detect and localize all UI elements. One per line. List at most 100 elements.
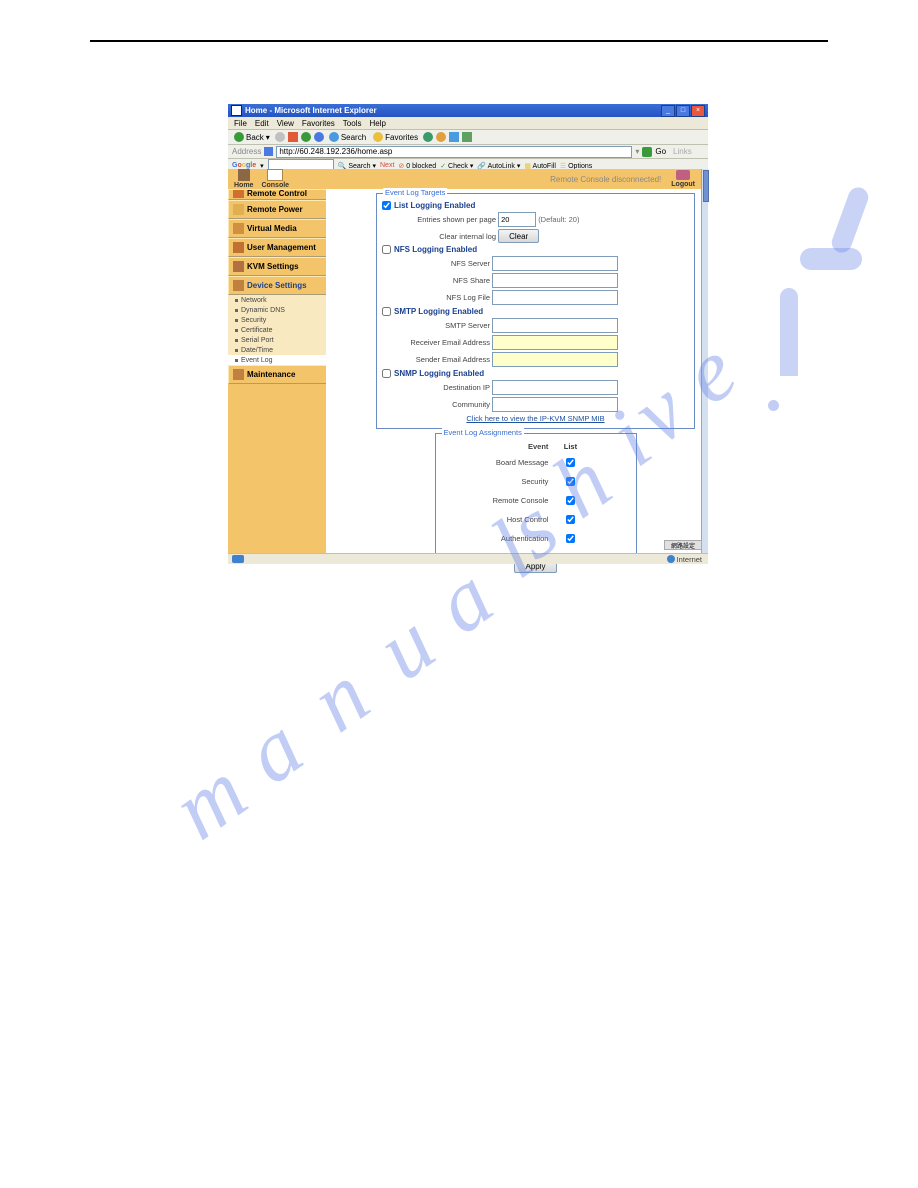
sidebar-item-device-settings[interactable]: Device Settings [228, 276, 326, 295]
device-icon [233, 280, 244, 291]
snmp-logging-checkbox[interactable] [382, 369, 391, 378]
google-next[interactable]: Next [380, 162, 394, 169]
address-input[interactable] [276, 146, 632, 158]
page-icon [264, 147, 273, 156]
menubar: File Edit View Favorites Tools Help [228, 117, 708, 130]
scrollbar-thumb[interactable] [703, 170, 709, 202]
star-icon [373, 132, 383, 142]
sidebar-item-virtual-media[interactable]: Virtual Media [228, 219, 326, 238]
search-icon [329, 132, 339, 142]
maintenance-icon [233, 369, 244, 380]
dest-ip-input[interactable] [492, 380, 618, 395]
entries-label: Entries shown per page [406, 215, 496, 224]
home-icon[interactable] [314, 132, 324, 142]
authentication-checkbox[interactable] [566, 534, 575, 543]
clear-label: Clear internal log [406, 232, 496, 241]
watermark: m [155, 741, 265, 860]
users-icon [233, 242, 244, 253]
titlebar: Home - Microsoft Internet Explorer _ □ × [228, 104, 708, 117]
media-icon [233, 223, 244, 234]
watermark: n [293, 645, 387, 753]
header-logout[interactable]: Logout [671, 170, 695, 188]
community-label: Community [382, 400, 490, 409]
logout-icon [676, 170, 690, 180]
header-console[interactable]: Console [261, 169, 289, 189]
sidebar-sub-network[interactable]: Network [228, 295, 326, 305]
send-email-input[interactable] [492, 352, 618, 367]
globe-icon [667, 555, 675, 563]
maximize-button[interactable]: □ [676, 105, 690, 117]
smtp-logging-checkbox[interactable] [382, 307, 391, 316]
nfs-server-input[interactable] [492, 256, 618, 271]
menu-edit[interactable]: Edit [255, 119, 269, 128]
back-button[interactable]: Back ▾ [232, 132, 272, 142]
menu-file[interactable]: File [234, 119, 247, 128]
statusbar: Internet [228, 553, 708, 564]
sidebar-sub-eventlog[interactable]: Event Log [228, 355, 326, 365]
dest-ip-label: Destination IP [382, 383, 490, 392]
sidebar-sub-serial[interactable]: Serial Port [228, 335, 326, 345]
assignments-legend: Event Log Assignments [442, 428, 524, 437]
smtp-server-label: SMTP Server [382, 321, 490, 330]
forward-icon[interactable] [275, 132, 285, 142]
menu-help[interactable]: Help [369, 119, 385, 128]
links-label[interactable]: Links [673, 147, 692, 156]
sidebar-sub-security[interactable]: Security [228, 315, 326, 325]
statusbar-text: Internet [677, 555, 702, 564]
home-app-icon [238, 169, 250, 181]
sidebar-sub-datetime[interactable]: Date/Time [228, 345, 326, 355]
minimize-button[interactable]: _ [661, 105, 675, 117]
recv-email-input[interactable] [492, 335, 618, 350]
nfs-file-input[interactable] [492, 290, 618, 305]
console-icon [267, 169, 283, 181]
menu-view[interactable]: View [277, 119, 294, 128]
watermark-dot [768, 400, 779, 411]
stop-icon[interactable] [288, 132, 298, 142]
nfs-logging-checkbox[interactable] [382, 245, 391, 254]
clear-button[interactable]: Clear [498, 229, 539, 243]
kvm-icon [233, 261, 244, 272]
content-area: Home Console Remote Console disconnected… [228, 169, 708, 554]
nfs-share-input[interactable] [492, 273, 618, 288]
sidebar-sublist: Network Dynamic DNS Security Certificate… [228, 295, 326, 365]
menu-tools[interactable]: Tools [343, 119, 362, 128]
sidebar-sub-cert[interactable]: Certificate [228, 325, 326, 335]
print-icon[interactable] [449, 132, 459, 142]
host-control-checkbox[interactable] [566, 515, 575, 524]
app-header: Home Console Remote Console disconnected… [228, 169, 701, 189]
edit-icon[interactable] [462, 132, 472, 142]
list-logging-checkbox[interactable] [382, 201, 391, 210]
smtp-logging-label: SMTP Logging Enabled [394, 307, 483, 316]
sidebar-item-user-mgmt[interactable]: User Management [228, 238, 326, 257]
go-icon[interactable] [642, 147, 652, 157]
go-label[interactable]: Go [655, 147, 666, 156]
sidebar-item-remote-power[interactable]: Remote Power [228, 200, 326, 219]
floater-box: 網路設定 [664, 540, 702, 550]
refresh-icon[interactable] [301, 132, 311, 142]
back-icon [234, 132, 244, 142]
browser-window: Home - Microsoft Internet Explorer _ □ ×… [228, 104, 708, 564]
nfs-share-label: NFS Share [382, 276, 490, 285]
toolbar: Back ▾ Search Favorites [228, 130, 708, 145]
watermark-o [829, 185, 871, 256]
close-button[interactable]: × [691, 105, 705, 117]
sidebar-item-maintenance[interactable]: Maintenance [228, 365, 326, 384]
smtp-server-input[interactable] [492, 318, 618, 333]
sidebar: Remote Control Remote Power Virtual Medi… [228, 189, 326, 577]
targets-legend: Event Log Targets [383, 188, 447, 197]
sidebar-item-remote-control[interactable]: Remote Control [228, 189, 326, 200]
history-icon[interactable] [423, 132, 433, 142]
mail-icon[interactable] [436, 132, 446, 142]
watermark: a [227, 697, 321, 805]
favorites-button[interactable]: Favorites [371, 132, 420, 142]
menu-favorites[interactable]: Favorites [302, 119, 335, 128]
address-label: Address [232, 147, 261, 156]
sidebar-sub-ddns[interactable]: Dynamic DNS [228, 305, 326, 315]
watermark-c [800, 248, 862, 270]
search-button[interactable]: Search [327, 132, 368, 142]
send-email-label: Sender Email Address [382, 355, 490, 364]
address-bar: Address ▾ Go Links [228, 145, 708, 159]
sidebar-item-kvm[interactable]: KVM Settings [228, 257, 326, 276]
header-home[interactable]: Home [234, 169, 253, 189]
entries-input[interactable] [498, 212, 536, 227]
